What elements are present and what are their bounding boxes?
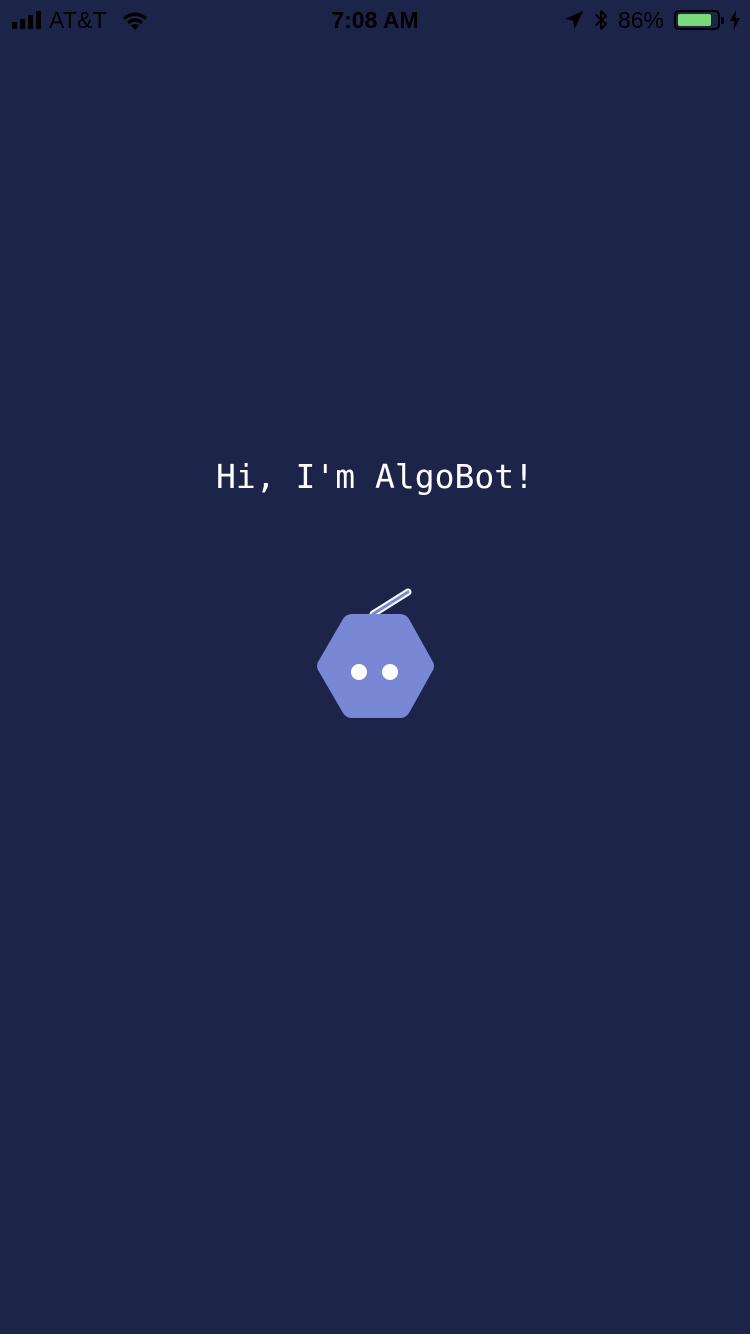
- robot-hexagon-icon: [317, 588, 434, 718]
- bluetooth-icon: [594, 10, 607, 30]
- bot-head: [317, 614, 434, 718]
- battery-percent: 86%: [617, 7, 664, 33]
- status-left: AT&T: [12, 7, 149, 33]
- battery-fill: [678, 14, 711, 26]
- bot-eye-right: [382, 664, 398, 680]
- bot-antenna-core: [371, 590, 410, 616]
- signal-icon: [12, 11, 41, 29]
- bot-eye-left: [351, 664, 367, 680]
- status-bar: AT&T 7:08 AM 86%: [0, 0, 750, 40]
- battery-icon: [674, 10, 724, 30]
- greeting-text: Hi, I'm AlgoBot!: [216, 457, 534, 496]
- app-screen: AT&T 7:08 AM 86% Hi, I'm AlgoBot!: [0, 0, 750, 1334]
- location-icon: [564, 11, 583, 29]
- status-right: 86%: [564, 7, 740, 33]
- charging-icon: [730, 10, 740, 30]
- wifi-icon: [122, 12, 147, 30]
- carrier-label: AT&T: [49, 7, 107, 33]
- battery-cap: [721, 17, 724, 24]
